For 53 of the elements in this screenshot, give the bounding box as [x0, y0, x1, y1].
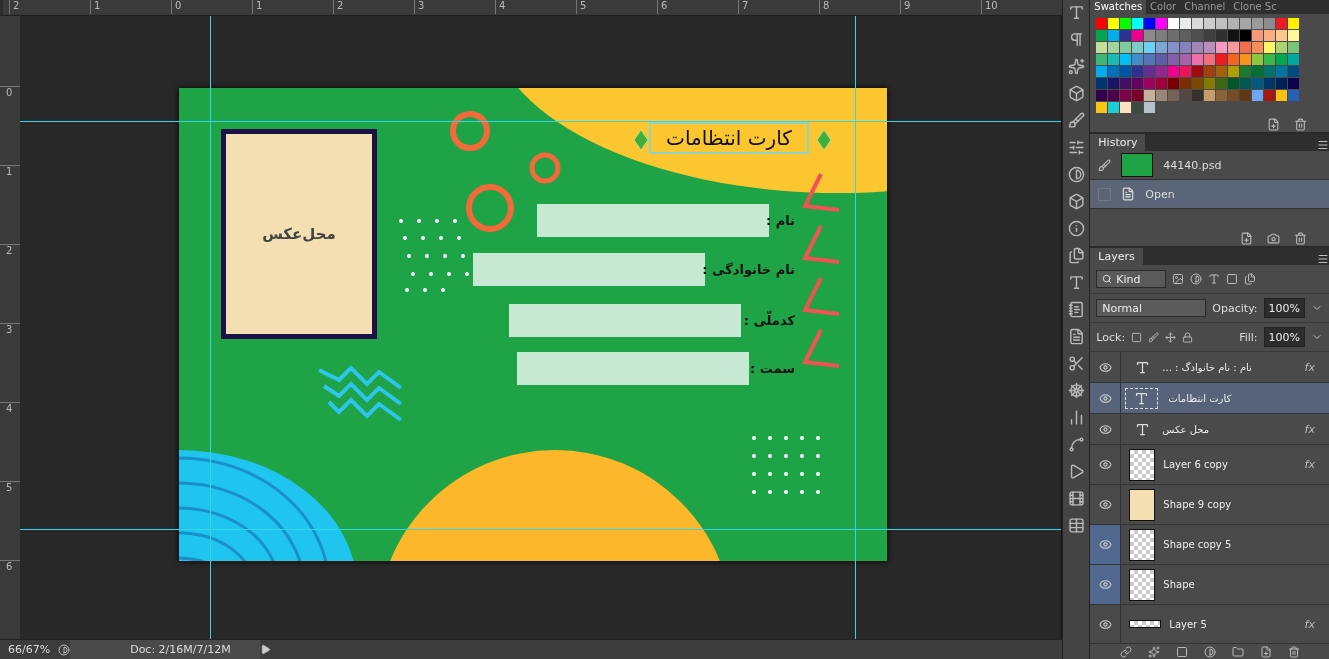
- layer-row[interactable]: Layer 6 copy fx: [1090, 445, 1329, 485]
- snapshot-name[interactable]: 44140.psd: [1163, 158, 1222, 172]
- zoom-level: 66/67%: [7, 643, 52, 656]
- layer-row[interactable]: Layer 5 fx: [1090, 605, 1329, 644]
- effects-label: fx: [1304, 422, 1316, 436]
- ruler-number: 8: [819, 0, 900, 14]
- ruler-number: 1: [90, 0, 171, 14]
- layer-name: Shape copy 5: [1163, 539, 1233, 550]
- ruler-number: 3: [414, 0, 495, 14]
- effects-label: fx: [1304, 360, 1316, 374]
- layer-row[interactable]: Shape: [1090, 565, 1329, 605]
- layer-name: Layer 6 copy: [1163, 459, 1229, 470]
- field-label: سمت :: [750, 360, 795, 376]
- layer-name: كارت انتظامات: [1168, 392, 1233, 404]
- panel-tab[interactable]: Color: [1146, 0, 1181, 14]
- ruler-number: 6: [657, 0, 738, 14]
- panel-tab[interactable]: Channel: [1180, 0, 1230, 14]
- lock-label: Lock:: [1096, 330, 1126, 344]
- ruler-number: 1: [252, 0, 333, 14]
- field-label: نام خانوادگی :: [702, 261, 795, 277]
- doc-size: Doc: 2/16M/7/12M: [70, 640, 261, 659]
- opacity-field[interactable]: 100%: [1263, 298, 1305, 318]
- field-label: نام :: [766, 212, 795, 228]
- layer-name: Shape 9 copy: [1163, 499, 1233, 510]
- layer-name: Shape: [1163, 579, 1196, 590]
- ruler-number: 4: [495, 0, 576, 14]
- ruler-number: 5: [576, 0, 657, 14]
- fill-label: Fill:: [1239, 330, 1258, 344]
- fill-field[interactable]: 100%: [1263, 327, 1305, 347]
- ruler-number: 7: [738, 0, 819, 14]
- ruler-number: 0: [171, 0, 252, 14]
- layer-name: محل عکس: [1162, 423, 1211, 435]
- opacity-label: Opacity:: [1212, 301, 1258, 315]
- photo-label: محل‌عکس: [262, 225, 336, 243]
- layer-row[interactable]: Shape copy 5: [1090, 525, 1329, 565]
- card-title: كارت انتظامات: [666, 126, 792, 150]
- layer-row[interactable]: Shape 9 copy: [1090, 485, 1329, 525]
- layer-name: Layer 5: [1169, 618, 1208, 630]
- panel-tab[interactable]: Clone Sc: [1229, 0, 1281, 14]
- blend-mode-dropdown[interactable]: Normal: [1096, 299, 1207, 317]
- field-label: کدملّی :: [743, 312, 795, 328]
- history-state[interactable]: Open: [1090, 180, 1329, 209]
- effects-label: fx: [1304, 458, 1316, 471]
- ruler-number: 2: [333, 0, 414, 14]
- layer-name: نام : نام خانوادگ : ...: [1162, 361, 1253, 373]
- effects-label: fx: [1304, 617, 1316, 631]
- panel-tab[interactable]: Layers: [1090, 248, 1143, 265]
- ruler-number: 9: [900, 0, 981, 14]
- panel-tab[interactable]: History: [1090, 134, 1146, 151]
- panel-tab[interactable]: Swatches: [1090, 0, 1147, 14]
- layer-row[interactable]: كارت انتظامات: [1090, 383, 1329, 414]
- filter-dropdown[interactable]: Kind: [1096, 270, 1167, 288]
- ruler-number: 2: [9, 0, 90, 14]
